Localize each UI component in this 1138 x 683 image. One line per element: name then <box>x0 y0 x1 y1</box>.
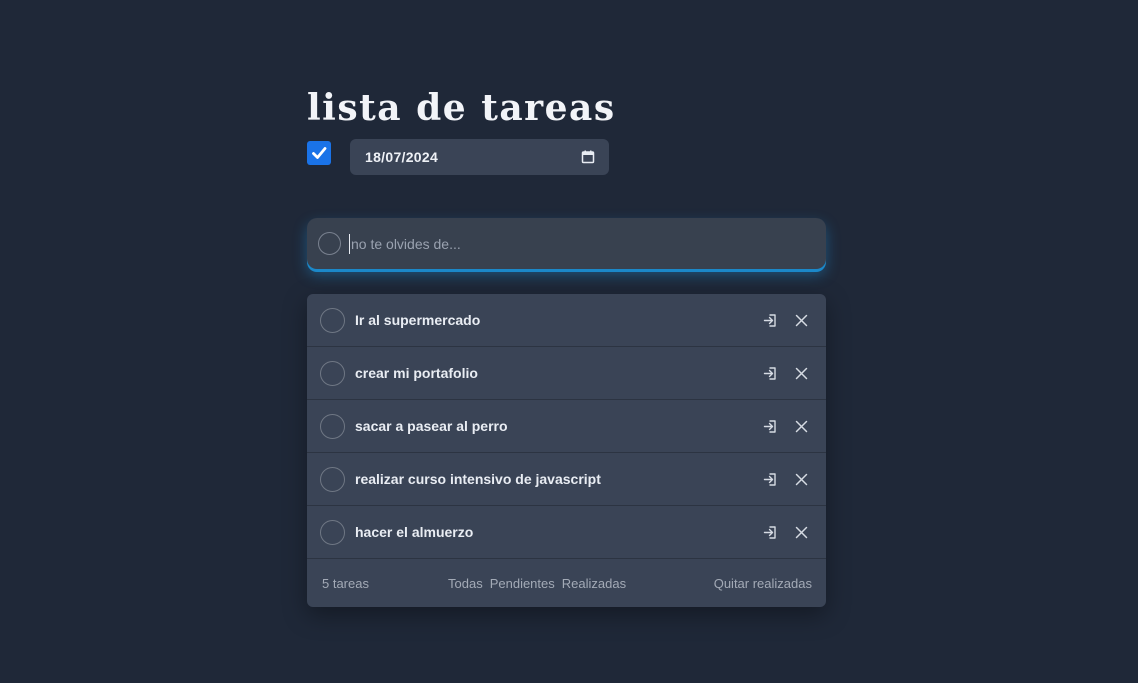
task-row: crear mi portafolio <box>307 347 826 400</box>
close-icon[interactable] <box>793 471 810 488</box>
edit-icon[interactable] <box>763 471 780 488</box>
edit-icon[interactable] <box>763 365 780 382</box>
task-text: sacar a pasear al perro <box>355 418 508 434</box>
new-task-input[interactable] <box>349 233 826 254</box>
close-icon[interactable] <box>793 312 810 329</box>
controls-bar: 18/07/2024 <box>307 139 826 179</box>
clear-completed-button[interactable]: Quitar realizadas <box>714 576 812 591</box>
new-task-field <box>307 218 826 269</box>
date-value: 18/07/2024 <box>365 149 439 165</box>
task-row: sacar a pasear al perro <box>307 400 826 453</box>
list-footer: 5 tareas Todas Pendientes Realizadas Qui… <box>307 559 826 607</box>
date-input[interactable]: 18/07/2024 <box>350 139 609 175</box>
checkmark-icon <box>312 147 327 159</box>
close-icon[interactable] <box>793 418 810 435</box>
task-text: realizar curso intensivo de javascript <box>355 471 601 487</box>
task-checkbox[interactable] <box>320 413 345 439</box>
task-row: hacer el almuerzo <box>307 506 826 559</box>
toggle-checkbox[interactable] <box>307 141 331 165</box>
page-title: lista de tareas <box>307 87 616 129</box>
task-checkbox[interactable] <box>320 519 345 545</box>
close-icon[interactable] <box>793 365 810 382</box>
filter-done[interactable]: Realizadas <box>562 576 626 591</box>
task-checkbox[interactable] <box>320 360 345 386</box>
edit-icon[interactable] <box>763 524 780 541</box>
task-checkbox[interactable] <box>320 466 345 492</box>
task-list: Ir al supermercado crear mi portafolio s… <box>307 294 826 607</box>
close-icon[interactable] <box>793 524 810 541</box>
task-row: realizar curso intensivo de javascript <box>307 453 826 506</box>
edit-icon[interactable] <box>763 418 780 435</box>
task-text: Ir al supermercado <box>355 312 481 328</box>
task-row: Ir al supermercado <box>307 294 826 347</box>
filter-all[interactable]: Todas <box>448 576 483 591</box>
todo-app: lista de tareas 18/07/2024 Ir <box>307 84 826 607</box>
calendar-icon[interactable] <box>581 150 595 164</box>
edit-icon[interactable] <box>763 312 780 329</box>
new-task-circle <box>318 232 341 255</box>
task-text: crear mi portafolio <box>355 365 478 381</box>
task-count: 5 tareas <box>322 575 369 591</box>
filter-group: Todas Pendientes Realizadas <box>448 576 626 591</box>
task-text: hacer el almuerzo <box>355 524 474 540</box>
task-checkbox[interactable] <box>320 307 345 333</box>
filter-pending[interactable]: Pendientes <box>490 576 555 591</box>
